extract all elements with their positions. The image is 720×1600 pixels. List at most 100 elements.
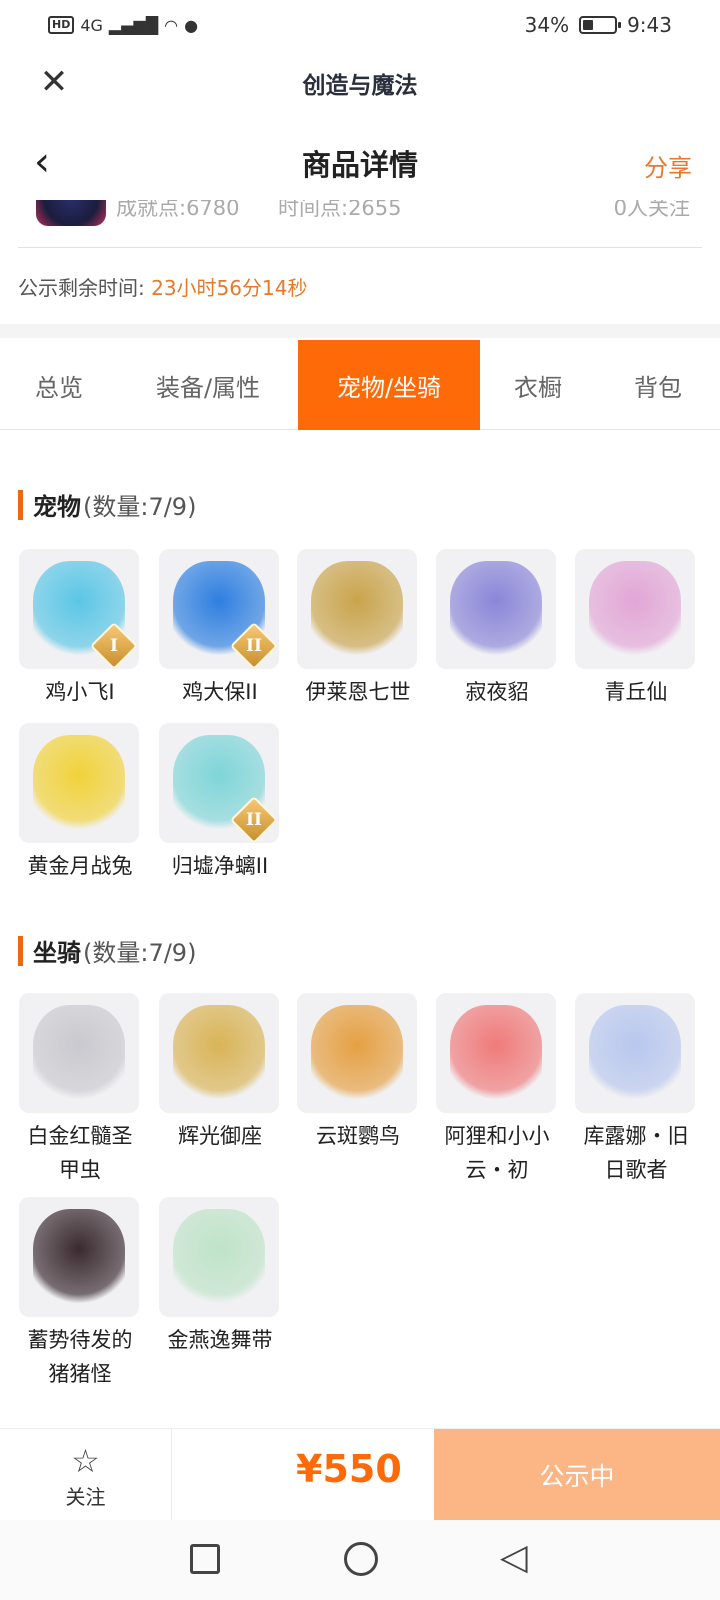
item-card[interactable]: 伊莱恩七世 — [297, 549, 419, 709]
section-count: (数量:7/9) — [83, 493, 197, 521]
item-thumbnail — [297, 549, 417, 669]
tier-badge-text: II — [246, 810, 262, 830]
back-chevron-icon[interactable]: ‹ — [34, 142, 70, 184]
wifi-icon: ◠ — [164, 15, 179, 35]
clock: 9:43 — [627, 13, 672, 37]
item-name: 云斑鹦鸟 — [316, 1124, 400, 1148]
item-card[interactable]: 黄金月战兔 — [19, 723, 141, 883]
tab-backpack[interactable]: 背包 — [596, 340, 720, 430]
tab-wardrobe[interactable]: 衣橱 — [480, 340, 596, 430]
item-name: 金燕逸舞带 — [167, 1328, 273, 1352]
star-outline-icon: ☆ — [71, 1442, 100, 1480]
item-thumbnail: II — [159, 549, 279, 669]
tab-bar: 总览 装备/属性 宠物/坐骑 衣橱 背包 — [0, 340, 720, 430]
item-card[interactable]: 阿狸和小小云・初 — [436, 993, 558, 1187]
status-bar: HD 4G ▂▄▆█ ◠ ● 34% 9:43 — [0, 0, 720, 50]
item-card[interactable]: 蓄势待发的猪猪怪 — [19, 1197, 141, 1391]
item-card[interactable]: 辉光御座 — [159, 993, 281, 1153]
item-thumbnail — [159, 993, 279, 1113]
mounts-section-header: 坐骑 (数量:7/9) — [18, 933, 196, 968]
item-card[interactable]: 白金红髓圣甲虫 — [19, 993, 141, 1187]
pets-section-header: 宠物 (数量:7/9) — [18, 487, 196, 522]
follow-button[interactable]: ☆ 关注 — [0, 1429, 172, 1521]
status-left: HD 4G ▂▄▆█ ◠ ● — [48, 16, 198, 35]
battery-percent: 34% — [524, 13, 570, 37]
item-artwork — [33, 1005, 125, 1105]
signal-icon: ▂▄▆█ — [108, 15, 159, 35]
item-name: 蓄势待发的猪猪怪 — [27, 1328, 133, 1386]
follower-count: 0人关注 — [613, 200, 690, 220]
battery-fill — [583, 20, 594, 30]
item-thumbnail — [575, 549, 695, 669]
item-thumbnail — [436, 993, 556, 1113]
app-title: 创造与魔法 — [302, 73, 418, 99]
tab-equipment[interactable]: 装备/属性 — [118, 340, 298, 430]
nav-bar: ‹ 商品详情 分享 — [0, 128, 720, 198]
item-name: 鸡大保II — [182, 680, 258, 704]
bottom-action-bar: ☆ 关注 ¥550 公示中 — [0, 1428, 720, 1521]
item-name: 鸡小飞I — [45, 680, 115, 704]
item-thumbnail — [19, 723, 139, 843]
item-name: 寂夜貂 — [465, 680, 529, 704]
network-type: 4G — [80, 15, 103, 35]
item-artwork — [311, 1005, 403, 1105]
section-marker — [18, 489, 23, 520]
publicity-status-button[interactable]: 公示中 — [434, 1429, 720, 1521]
item-name: 库露娜・旧日歌者 — [583, 1124, 689, 1182]
item-name: 伊莱恩七世 — [305, 680, 411, 704]
share-button[interactable]: 分享 — [644, 148, 692, 183]
item-card[interactable]: II 归墟净螭II — [159, 723, 281, 883]
item-artwork — [173, 1209, 265, 1309]
item-name: 辉光御座 — [178, 1124, 262, 1148]
item-name: 阿狸和小小云・初 — [444, 1124, 550, 1182]
item-card[interactable]: II 鸡大保II — [159, 549, 281, 709]
avatar — [36, 200, 106, 226]
item-artwork — [589, 561, 681, 661]
app-title-bar: ✕ 创造与魔法 — [0, 50, 720, 116]
section-gap — [0, 324, 720, 338]
item-artwork — [450, 561, 542, 661]
circle-icon[interactable] — [344, 1542, 378, 1576]
section-count: (数量:7/9) — [83, 939, 197, 967]
triangle-back-icon[interactable]: ◁ — [500, 1538, 540, 1578]
page-title: 商品详情 — [301, 148, 418, 182]
tab-overview[interactable]: 总览 — [0, 340, 118, 430]
hd-indicator: HD — [48, 16, 75, 34]
follow-label: 关注 — [65, 1485, 106, 1509]
message-icon: ● — [184, 15, 199, 35]
item-card[interactable]: I 鸡小飞I — [19, 549, 141, 709]
item-thumbnail — [575, 993, 695, 1113]
item-thumbnail — [297, 993, 417, 1113]
item-name: 青丘仙 — [604, 680, 668, 704]
system-nav-bar: ◁ — [0, 1520, 720, 1600]
section-title: 宠物 — [33, 493, 81, 521]
divider — [18, 247, 702, 248]
item-name: 白金红髓圣甲虫 — [27, 1124, 133, 1182]
item-thumbnail: II — [159, 723, 279, 843]
square-icon[interactable] — [190, 1544, 220, 1574]
countdown: 公示剩余时间: 23小时56分14秒 — [18, 272, 307, 301]
close-icon[interactable]: ✕ — [36, 64, 72, 100]
item-artwork — [311, 561, 403, 661]
battery-icon — [579, 16, 622, 34]
tab-pets-mounts[interactable]: 宠物/坐骑 — [298, 340, 480, 430]
status-right: 34% 9:43 — [525, 13, 672, 37]
item-thumbnail: I — [19, 549, 139, 669]
section-title: 坐骑 — [33, 939, 81, 967]
item-card[interactable]: 寂夜貂 — [436, 549, 558, 709]
item-card[interactable]: 青丘仙 — [575, 549, 697, 709]
item-card[interactable]: 库露娜・旧日歌者 — [575, 993, 697, 1187]
item-thumbnail — [19, 1197, 139, 1317]
tier-badge-text: II — [246, 636, 262, 656]
time-points: 时间点:2655 — [278, 200, 402, 220]
item-artwork — [173, 1005, 265, 1105]
section-marker — [18, 935, 23, 966]
item-artwork — [450, 1005, 542, 1105]
item-thumbnail — [159, 1197, 279, 1317]
item-card[interactable]: 云斑鹦鸟 — [297, 993, 419, 1153]
profile-stats: 成就点:6780 时间点:2655 0人关注 — [0, 200, 720, 228]
countdown-value: 23小时56分14秒 — [151, 276, 308, 300]
item-thumbnail — [19, 993, 139, 1113]
item-card[interactable]: 金燕逸舞带 — [159, 1197, 281, 1357]
tier-badge-text: I — [110, 636, 118, 656]
